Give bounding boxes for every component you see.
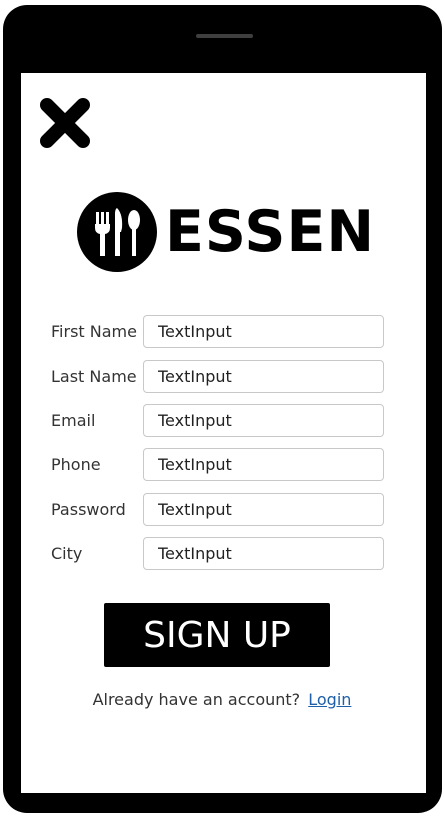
password-label: Password: [51, 500, 126, 519]
email-row: Email: [51, 404, 391, 438]
login-link[interactable]: Login: [305, 690, 354, 709]
phone-frame: ESSEN First Name Last Name Email Phone P…: [3, 5, 442, 813]
sign-up-button[interactable]: SIGN UP: [104, 603, 330, 667]
city-input[interactable]: [143, 537, 384, 570]
close-icon: [40, 98, 90, 148]
login-prompt-text: Already have an account?: [92, 690, 301, 709]
email-input[interactable]: [143, 404, 384, 437]
fork-knife-spoon-icon: [77, 192, 157, 272]
password-input[interactable]: [143, 493, 384, 526]
close-button[interactable]: [37, 95, 93, 151]
city-row: City: [51, 537, 391, 571]
speaker-slot: [196, 34, 253, 38]
last-name-input[interactable]: [143, 360, 384, 393]
phone-row: Phone: [51, 448, 391, 482]
phone-input[interactable]: [143, 448, 384, 481]
first-name-input[interactable]: [143, 315, 384, 348]
password-row: Password: [51, 493, 391, 527]
first-name-label: First Name: [51, 322, 137, 341]
brand-logo: ESSEN: [75, 190, 374, 274]
phone-label: Phone: [51, 455, 101, 474]
brand-name: ESSEN: [165, 199, 376, 265]
city-label: City: [51, 544, 83, 563]
login-prompt: Already have an account? Login: [21, 690, 426, 709]
first-name-row: First Name: [51, 315, 391, 349]
app-screen: ESSEN First Name Last Name Email Phone P…: [21, 73, 426, 793]
last-name-label: Last Name: [51, 367, 137, 386]
email-label: Email: [51, 411, 96, 430]
last-name-row: Last Name: [51, 360, 391, 394]
